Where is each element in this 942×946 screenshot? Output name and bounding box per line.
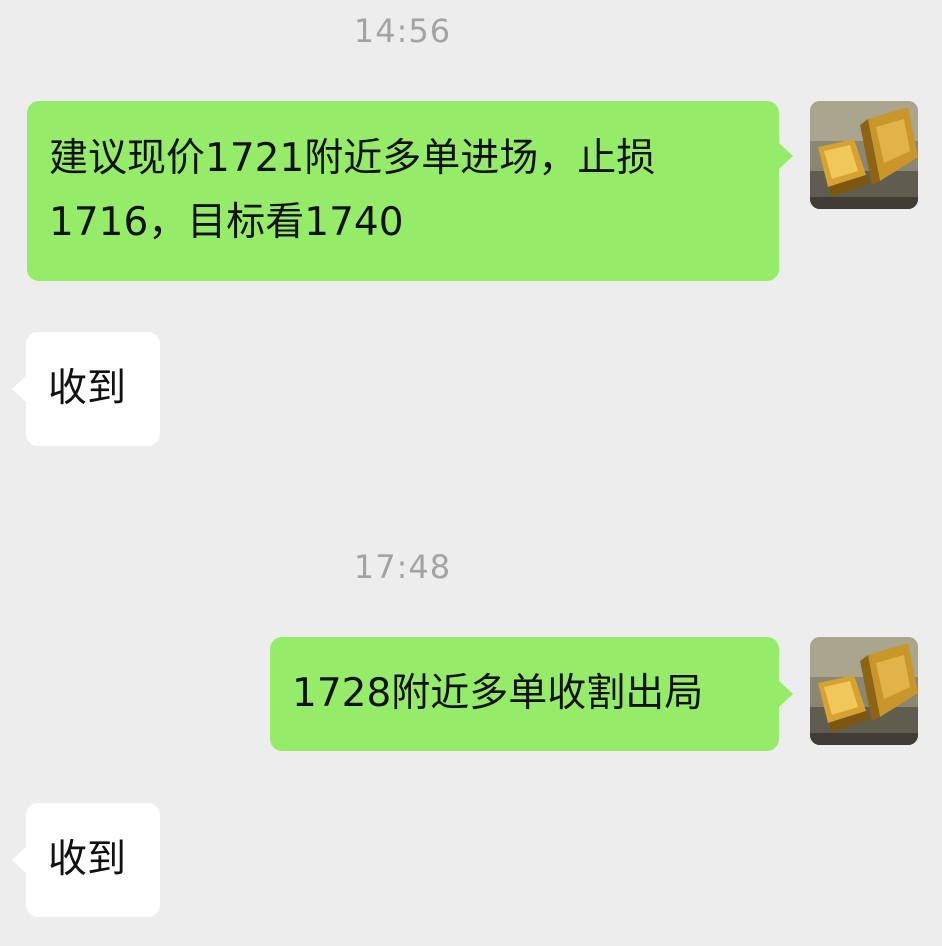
bubble-tail [12, 847, 26, 873]
gold-bars-avatar[interactable] [810, 637, 918, 745]
sent-message-bubble[interactable]: 建议现价1721附近多单进场，止损 1716，目标看1740 [27, 101, 779, 281]
message-text: 收到 [48, 366, 127, 411]
received-message-bubble[interactable]: 收到 [26, 803, 160, 917]
received-message-bubble[interactable]: 收到 [26, 332, 160, 446]
bubble-tail [12, 376, 26, 402]
message-text-line: 建议现价1721附近多单进场，止损 [49, 136, 656, 181]
timestamp: 17:48 [353, 548, 452, 586]
bubble-tail [779, 681, 793, 707]
timestamp: 14:56 [353, 12, 452, 50]
gold-bars-avatar[interactable] [810, 101, 918, 209]
message-text: 收到 [48, 837, 127, 882]
message-text-line: 1716，目标看1740 [49, 200, 404, 245]
message-text: 1728附近多单收割出局 [292, 671, 704, 716]
gold-bars-icon [810, 637, 918, 745]
sent-message-bubble[interactable]: 1728附近多单收割出局 [270, 637, 779, 751]
bubble-tail [779, 143, 793, 169]
gold-bars-icon [810, 101, 918, 209]
